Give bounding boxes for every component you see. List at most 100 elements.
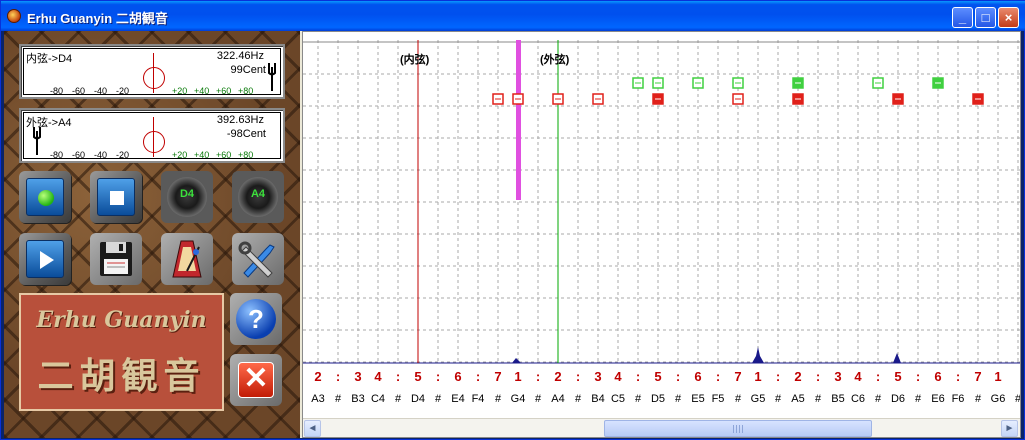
note-label: # [675,393,682,405]
cent-scale: -80 -60 -40 -20 +20 +40 +60 +80 [50,150,254,159]
note-label: # [735,393,742,405]
client-area: 内弦->D4 322.46Hz 99Cent -80 -60 -40 -20 +… [4,31,1021,438]
jianpu-label: 4 [854,369,862,384]
control-panel: 内弦->D4 322.46Hz 99Cent -80 -60 -40 -20 +… [4,31,300,438]
jianpu-label: 2 [554,369,561,384]
jianpu-label: 2 [794,369,801,384]
record-icon [38,190,54,206]
jianpu-label: : [536,369,540,384]
tuning-fork-icon [268,63,276,83]
note-label: # [775,393,782,405]
jianpu-label: : [436,369,440,384]
note-name-row: A3 # B3 C4 # D4 # E4 F4 # G4 # A4 # B4 C5 # D5 # E5 F5 # G5 # A5… [311,393,1020,405]
inner-string-marker-label: (内弦) [400,52,430,66]
jianpu-label: 1 [994,369,1001,384]
note-label: E5 [691,393,704,405]
jianpu-label: : [576,369,580,384]
note-label: # [495,393,502,405]
jianpu-label: 7 [734,369,741,384]
note-label: G5 [751,393,766,405]
stop-button[interactable] [90,171,142,223]
app-icon[interactable] [7,9,21,23]
jianpu-label: 7 [974,369,981,384]
note-label: F6 [952,393,965,405]
minimize-button[interactable]: _ [952,7,973,28]
note-label: G4 [511,393,526,405]
record-button[interactable] [19,171,71,223]
speaker-note-label: D4 [179,188,195,200]
jianpu-label: 3 [834,369,841,384]
save-button[interactable] [90,233,142,285]
outer-string-marker-label: (外弦) [540,52,570,66]
jianpu-label: : [336,369,340,384]
outer-cent: -98Cent [226,128,266,140]
jianpu-label: : [956,369,960,384]
note-label: E4 [451,393,464,405]
note-label: D6 [891,393,905,405]
jianpu-label: : [876,369,880,384]
pitch-chart[interactable]: (内弦) (外弦) 2:34:5:6:71:2:34:5:6:71:2:34:5… [303,32,1020,418]
note-label: G6 [991,393,1006,405]
jianpu-label: 5 [894,369,901,384]
jianpu-label: : [676,369,680,384]
note-label: # [915,393,922,405]
jianpu-label: : [816,369,820,384]
jianpu-label: : [636,369,640,384]
note-label: F5 [712,393,725,405]
note-label: # [635,393,642,405]
jianpu-label: 5 [654,369,661,384]
maximize-button[interactable]: □ [975,7,996,28]
metronome-button[interactable] [161,233,213,285]
outer-frequency: 392.63Hz [216,114,264,126]
inner-string-tuner: 内弦->D4 322.46Hz 99Cent -80 -60 -40 -20 +… [19,44,285,99]
close-window-button[interactable]: × [998,7,1019,28]
note-label: # [435,393,442,405]
cent-scale: -80 -60 -40 -20 +20 +40 +60 +80 [50,86,254,95]
outer-string-reference-button[interactable]: A4 [232,171,284,223]
note-label: # [815,393,822,405]
note-label: C5 [611,393,625,405]
jianpu-label: 5 [414,369,421,384]
jianpu-label: : [716,369,720,384]
jianpu-label: 4 [374,369,382,384]
note-label: # [1015,393,1020,405]
note-label: # [575,393,582,405]
jianpu-label: 1 [754,369,761,384]
note-label: A5 [791,393,804,405]
note-label: D5 [651,393,665,405]
tools-icon [238,241,275,278]
jianpu-label: 3 [354,369,361,384]
note-label: A3 [311,393,324,405]
scroll-left-button[interactable]: ◄ [304,420,321,437]
inner-string-reference-button[interactable]: D4 [161,171,213,223]
note-label: B4 [591,393,604,405]
stop-icon [110,191,124,205]
title-bar[interactable]: Erhu Guanyin 二胡観音 _ □ × [1,1,1025,31]
note-label: A4 [551,393,564,405]
app-window: Erhu Guanyin 二胡観音 _ □ × 内弦->D4 322.46Hz … [0,0,1025,440]
jianpu-label: 3 [594,369,601,384]
jianpu-label: 2 [314,369,321,384]
jianpu-label: : [916,369,920,384]
pitch-chart-panel: (内弦) (外弦) 2:34:5:6:71:2:34:5:6:71:2:34:5… [302,31,1021,438]
jianpu-label: 6 [454,369,461,384]
note-label: E6 [931,393,944,405]
jianpu-label: 6 [934,369,941,384]
scroll-right-button[interactable]: ► [1001,420,1018,437]
play-icon [40,251,54,269]
note-label: # [335,393,342,405]
settings-button[interactable] [232,233,284,285]
note-label: C4 [371,393,385,405]
jianpu-label: : [476,369,480,384]
help-button[interactable]: ? [230,293,282,345]
inner-cent: 99Cent [230,64,266,76]
note-label: F4 [472,393,485,405]
spectrum-peaks [512,347,901,363]
play-button[interactable] [19,233,71,285]
inner-string-label: 内弦->D4 [26,53,73,65]
metronome-icon [172,240,202,278]
scroll-thumb[interactable] [604,420,872,437]
exit-button[interactable]: ✕ [230,354,282,406]
horizontal-scrollbar[interactable]: ◄ ► [303,418,1020,437]
note-label: B5 [831,393,844,405]
